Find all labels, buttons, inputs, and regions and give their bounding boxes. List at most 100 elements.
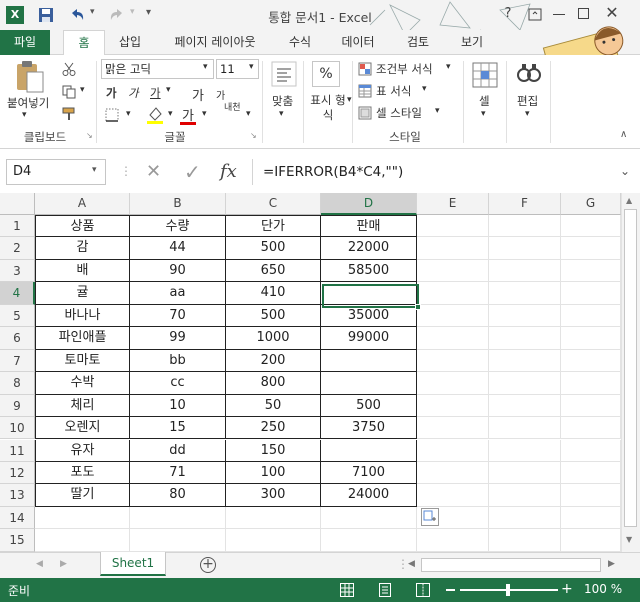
tab-data[interactable]: 데이터 (335, 30, 381, 55)
cell-a10[interactable]: 오렌지 (35, 417, 130, 440)
cell-a2[interactable]: 감 (35, 237, 130, 260)
cell-a1[interactable]: 상품 (35, 215, 130, 238)
paste-icon[interactable] (14, 60, 46, 94)
cell-d6[interactable]: 99000 (321, 327, 417, 350)
fill-handle[interactable] (415, 304, 421, 310)
cell-c5[interactable]: 500 (226, 304, 321, 328)
row-header-12[interactable]: 12 (0, 461, 35, 485)
cell-f14[interactable] (489, 506, 561, 530)
editing-button[interactable]: 편집 (517, 93, 538, 109)
cell-b2[interactable]: 44 (130, 237, 226, 260)
cell-a7[interactable]: 토마토 (35, 349, 130, 373)
cell-b5[interactable]: 70 (130, 304, 226, 328)
cell-a4[interactable]: 귤 (35, 282, 130, 305)
cell-a3[interactable]: 배 (35, 259, 130, 283)
page-break-view-icon[interactable] (416, 583, 430, 597)
cell-b9[interactable]: 10 (130, 394, 226, 418)
cell-d14[interactable] (321, 506, 417, 530)
cell-e11[interactable] (417, 439, 489, 462)
cell-g13[interactable] (561, 484, 621, 507)
cells-dropdown-icon[interactable]: ▾ (481, 109, 486, 119)
cell-b6[interactable]: 99 (130, 327, 226, 350)
cell-d3[interactable]: 58500 (321, 259, 417, 283)
cell-c9[interactable]: 50 (226, 394, 321, 418)
cell-c14[interactable] (226, 506, 321, 530)
expand-formula-bar-icon[interactable]: ⌄ (620, 164, 630, 178)
cell-e4[interactable] (417, 282, 489, 305)
cell-styles-button[interactable]: 셀 스타일 (376, 105, 422, 121)
cell-g3[interactable] (561, 259, 621, 283)
undo-icon[interactable] (68, 7, 86, 23)
column-header-g[interactable]: G (561, 193, 621, 215)
column-header-e[interactable]: E (417, 193, 489, 215)
cell-e5[interactable] (417, 304, 489, 328)
format-painter-icon[interactable] (62, 107, 76, 121)
fill-color-dropdown-icon[interactable]: ▾ (168, 109, 173, 119)
cell-g9[interactable] (561, 394, 621, 418)
cell-styles-dropdown-icon[interactable]: ▾ (435, 106, 440, 116)
cell-e10[interactable] (417, 417, 489, 440)
cell-g8[interactable] (561, 372, 621, 395)
column-header-c[interactable]: C (226, 193, 321, 215)
borders-dropdown-icon[interactable]: ▾ (126, 109, 131, 119)
cell-f12[interactable] (489, 461, 561, 485)
font-color-dropdown-icon[interactable]: ▾ (202, 109, 207, 119)
row-header-3[interactable]: 3 (0, 259, 35, 283)
cell-e7[interactable] (417, 349, 489, 373)
cell-g14[interactable] (561, 506, 621, 530)
cell-f9[interactable] (489, 394, 561, 418)
fill-color-icon[interactable] (146, 105, 164, 125)
cell-c13[interactable]: 300 (226, 484, 321, 507)
cell-g10[interactable] (561, 417, 621, 440)
cell-c10[interactable]: 250 (226, 417, 321, 440)
copy-icon[interactable] (62, 85, 76, 99)
cell-a14[interactable] (35, 506, 130, 530)
collapse-ribbon-icon[interactable]: ∧ (620, 129, 627, 140)
sheet-tab-sheet1[interactable]: Sheet1 (100, 552, 166, 576)
cell-g2[interactable] (561, 237, 621, 260)
cell-g6[interactable] (561, 327, 621, 350)
cell-e3[interactable] (417, 259, 489, 283)
cell-d1[interactable]: 판매 (321, 215, 417, 238)
cell-d12[interactable]: 7100 (321, 461, 417, 485)
cell-e6[interactable] (417, 327, 489, 350)
cell-g11[interactable] (561, 439, 621, 462)
paste-options-icon[interactable] (421, 508, 439, 526)
format-as-table-button[interactable]: 표 서식 (376, 83, 411, 99)
cell-styles-icon[interactable] (358, 106, 372, 120)
tab-home[interactable]: 홈 (63, 30, 105, 56)
tab-file[interactable]: 파일 (0, 30, 50, 55)
row-header-2[interactable]: 2 (0, 237, 35, 260)
cell-a9[interactable]: 체리 (35, 394, 130, 418)
save-icon[interactable] (38, 7, 54, 23)
cell-b14[interactable] (130, 506, 226, 530)
column-header-d[interactable]: D (321, 193, 417, 215)
page-layout-view-icon[interactable] (378, 583, 392, 597)
tab-view[interactable]: 보기 (452, 30, 492, 55)
cell-b15[interactable] (130, 529, 226, 552)
cell-b1[interactable]: 수량 (130, 215, 226, 238)
row-header-6[interactable]: 6 (0, 327, 35, 350)
cell-e12[interactable] (417, 461, 489, 485)
cell-f4[interactable] (489, 282, 561, 305)
zoom-in-button[interactable]: + (561, 581, 573, 597)
row-header-14[interactable]: 14 (0, 506, 35, 530)
cell-a5[interactable]: 바나나 (35, 304, 130, 328)
cell-a15[interactable] (35, 529, 130, 552)
cell-c1[interactable]: 단가 (226, 215, 321, 238)
cell-b11[interactable]: dd (130, 439, 226, 462)
row-header-7[interactable]: 7 (0, 349, 35, 373)
normal-view-icon[interactable] (340, 583, 354, 597)
alignment-icon[interactable] (271, 61, 297, 87)
cell-d7[interactable] (321, 349, 417, 373)
cell-f6[interactable] (489, 327, 561, 350)
cell-c11[interactable]: 150 (226, 439, 321, 462)
cell-e8[interactable] (417, 372, 489, 395)
conditional-formatting-icon[interactable] (358, 62, 372, 76)
cell-f13[interactable] (489, 484, 561, 507)
help-button[interactable]: ? (500, 6, 516, 21)
column-header-b[interactable]: B (130, 193, 226, 215)
row-header-5[interactable]: 5 (0, 304, 35, 328)
cell-b4[interactable]: aa (130, 282, 226, 305)
customize-toolbar-icon[interactable]: ▾ (146, 7, 151, 18)
